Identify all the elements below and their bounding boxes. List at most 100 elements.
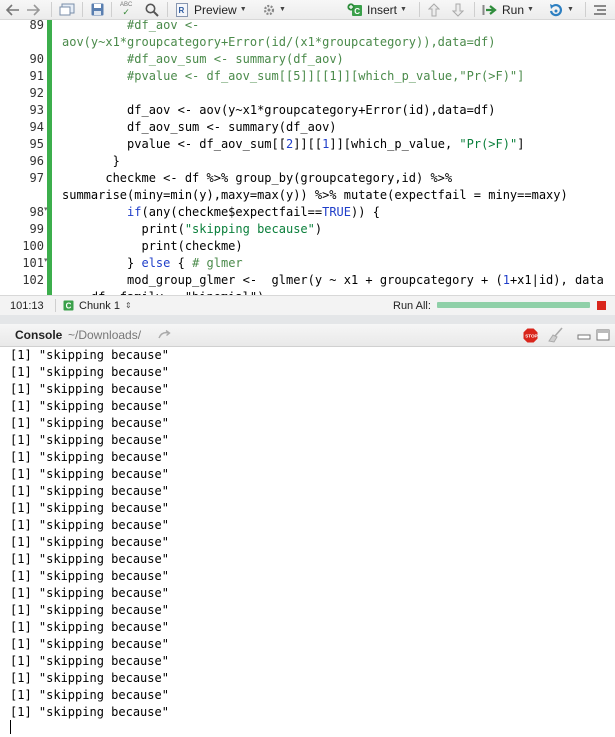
fold-toggle-icon[interactable]: ▾ [44, 256, 48, 264]
line-number: 101 [22, 256, 44, 270]
chunk-navigator[interactable]: C Chunk 1 ⇕ [63, 296, 132, 315]
console-output[interactable]: [1] "skipping because" [1] "skipping beca… [0, 347, 615, 737]
insert-chunk-button[interactable]: C Insert ▼ [347, 0, 407, 19]
find-replace-button[interactable] [145, 0, 159, 19]
line-number: 89 [29, 20, 44, 32]
fold-toggle-icon[interactable]: ▾ [44, 205, 48, 213]
run-button[interactable]: Run ▼ [482, 0, 534, 19]
toolbar-divider [111, 2, 112, 17]
code-line[interactable]: aov(y~x1*groupcategory+Error(id/(x1*grou… [52, 34, 615, 51]
spellcheck-icon: ABC ✓ [120, 2, 133, 17]
show-in-window-button[interactable] [59, 0, 75, 19]
console-tab[interactable]: Console [15, 324, 62, 346]
rerun-button[interactable]: ▼ [548, 0, 574, 19]
code-line[interactable]: #df_aov_sum <- summary(df_aov) [52, 51, 615, 68]
code-token: # glmer [192, 256, 243, 270]
outline-button[interactable] [593, 0, 607, 19]
console-output-line: [1] "skipping because" [10, 671, 169, 685]
console-output-line: [1] "skipping because" [10, 501, 169, 515]
editor-status-bar: 101:13 C Chunk 1 ⇕ Run All: [0, 295, 615, 316]
maximize-pane-icon[interactable] [596, 324, 610, 346]
clear-console-icon[interactable] [546, 324, 564, 346]
next-chunk-button[interactable] [452, 0, 464, 19]
console-output-line: [1] "skipping because" [10, 535, 169, 549]
code-line[interactable]: } [52, 153, 615, 170]
code-line[interactable]: mod_group_glmer <- glmer(y ~ x1 + groupc… [52, 272, 615, 289]
code-line[interactable]: print("skipping because") [52, 221, 615, 238]
code-line[interactable]: print(checkme) [52, 238, 615, 255]
code-line[interactable]: #pvalue <- df_aov_sum[[5]][[1]][which_p_… [52, 68, 615, 85]
run-all-label: Run All: [393, 299, 431, 312]
console-output-line: [1] "skipping because" [10, 586, 169, 600]
code-token: checkme <- df %>% group_by(groupcategory… [62, 171, 453, 185]
code-token: ] [517, 137, 525, 151]
rerun-icon [548, 3, 564, 17]
insert-chunk-icon: C [347, 2, 363, 17]
preview-label: Preview [194, 2, 237, 17]
stop-run-icon[interactable] [597, 301, 606, 310]
code-line[interactable]: if(any(checkme$expectfail==TRUE)) { [52, 204, 615, 221]
settings-button[interactable]: ▼ [262, 0, 286, 19]
code-line[interactable]: summarise(miny=min(y),maxy=max(y)) %>% m… [52, 187, 615, 204]
code-token: ) [314, 222, 323, 236]
back-arrow-icon[interactable] [6, 3, 20, 16]
console-output-line: [1] "skipping because" [10, 688, 169, 702]
forward-arrow-icon[interactable] [26, 3, 40, 16]
code-line[interactable]: #df_aov <- [52, 20, 615, 34]
code-token: print(checkme) [62, 239, 243, 253]
code-token: else [141, 256, 171, 270]
code-line[interactable]: df_aov <- aov(y~x1*groupcategory+Error(i… [52, 102, 615, 119]
code-editor[interactable]: 89 90 91 92 93 94 95 96 97 98 ▾ 99 100 101 ▾ 102 #df_ao… [0, 20, 615, 295]
code-token: mod_group_glmer <- glmer(y ~ x1 + groupc… [62, 273, 503, 287]
console-output-line: [1] "skipping because" [10, 620, 169, 634]
code-token: } [62, 256, 142, 270]
code-line[interactable]: checkme <- df %>% group_by(groupcategory… [52, 170, 615, 187]
arrow-up-icon [428, 2, 440, 17]
code-token: "Pr(>F)" [459, 137, 518, 151]
console-output-line: [1] "skipping because" [10, 637, 169, 651]
code-token: "skipping because" [184, 222, 315, 236]
code-token: (any(checkme$expectfail== [141, 205, 323, 219]
console-output-line: [1] "skipping because" [10, 552, 169, 566]
spellcheck-button[interactable]: ABC ✓ [120, 0, 132, 19]
toolbar-divider [419, 2, 420, 17]
code-token: 1 [502, 273, 510, 287]
search-icon [145, 3, 159, 17]
previous-chunk-button[interactable] [428, 0, 440, 19]
chevron-down-icon: ▼ [239, 6, 247, 13]
code-line[interactable]: } else { # glmer [52, 255, 615, 272]
pane-splitter[interactable] [0, 315, 615, 324]
arrow-down-icon [452, 3, 464, 17]
code-token: { [170, 256, 193, 270]
console-output-line: [1] "skipping because" [10, 467, 169, 481]
back-forward-group [6, 0, 40, 19]
minimize-pane-icon[interactable] [577, 324, 591, 346]
chunk-label: Chunk 1 [79, 299, 120, 312]
chevron-down-icon: ▼ [567, 6, 574, 13]
code-line[interactable]: df_aov_sum <- summary(df_aov) [52, 119, 615, 136]
line-number: 95 [29, 137, 44, 151]
code-token: TRUE [322, 205, 352, 219]
code-line[interactable]: pvalue <- df_aov_sum[[2]][[1]][which_p_v… [52, 136, 615, 153]
status-divider [55, 299, 56, 312]
line-number: 100 [22, 239, 44, 253]
run-label: Run [502, 2, 525, 17]
save-button[interactable] [91, 0, 104, 19]
go-to-directory-icon[interactable] [158, 324, 172, 346]
code-lines[interactable]: #df_aov <- aov(y~x1*groupcategory+Error(i… [52, 20, 615, 295]
preview-button[interactable]: R Preview ▼ [176, 0, 247, 19]
line-number: 90 [29, 52, 44, 66]
console-cursor [10, 720, 11, 734]
stop-icon[interactable]: STOP [523, 324, 538, 346]
line-number: 97 [29, 171, 44, 185]
console-output-line: [1] "skipping because" [10, 654, 169, 668]
code-token: ]][[ [293, 137, 323, 151]
editor-toolbar: ABC ✓ R Preview ▼ ▼ C Insert ▼ Run ▼ ▼ [0, 0, 615, 20]
code-line[interactable] [52, 85, 615, 102]
console-output-line: [1] "skipping because" [10, 450, 169, 464]
line-number: 96 [29, 154, 44, 168]
console-output-line: [1] "skipping because" [10, 484, 169, 498]
